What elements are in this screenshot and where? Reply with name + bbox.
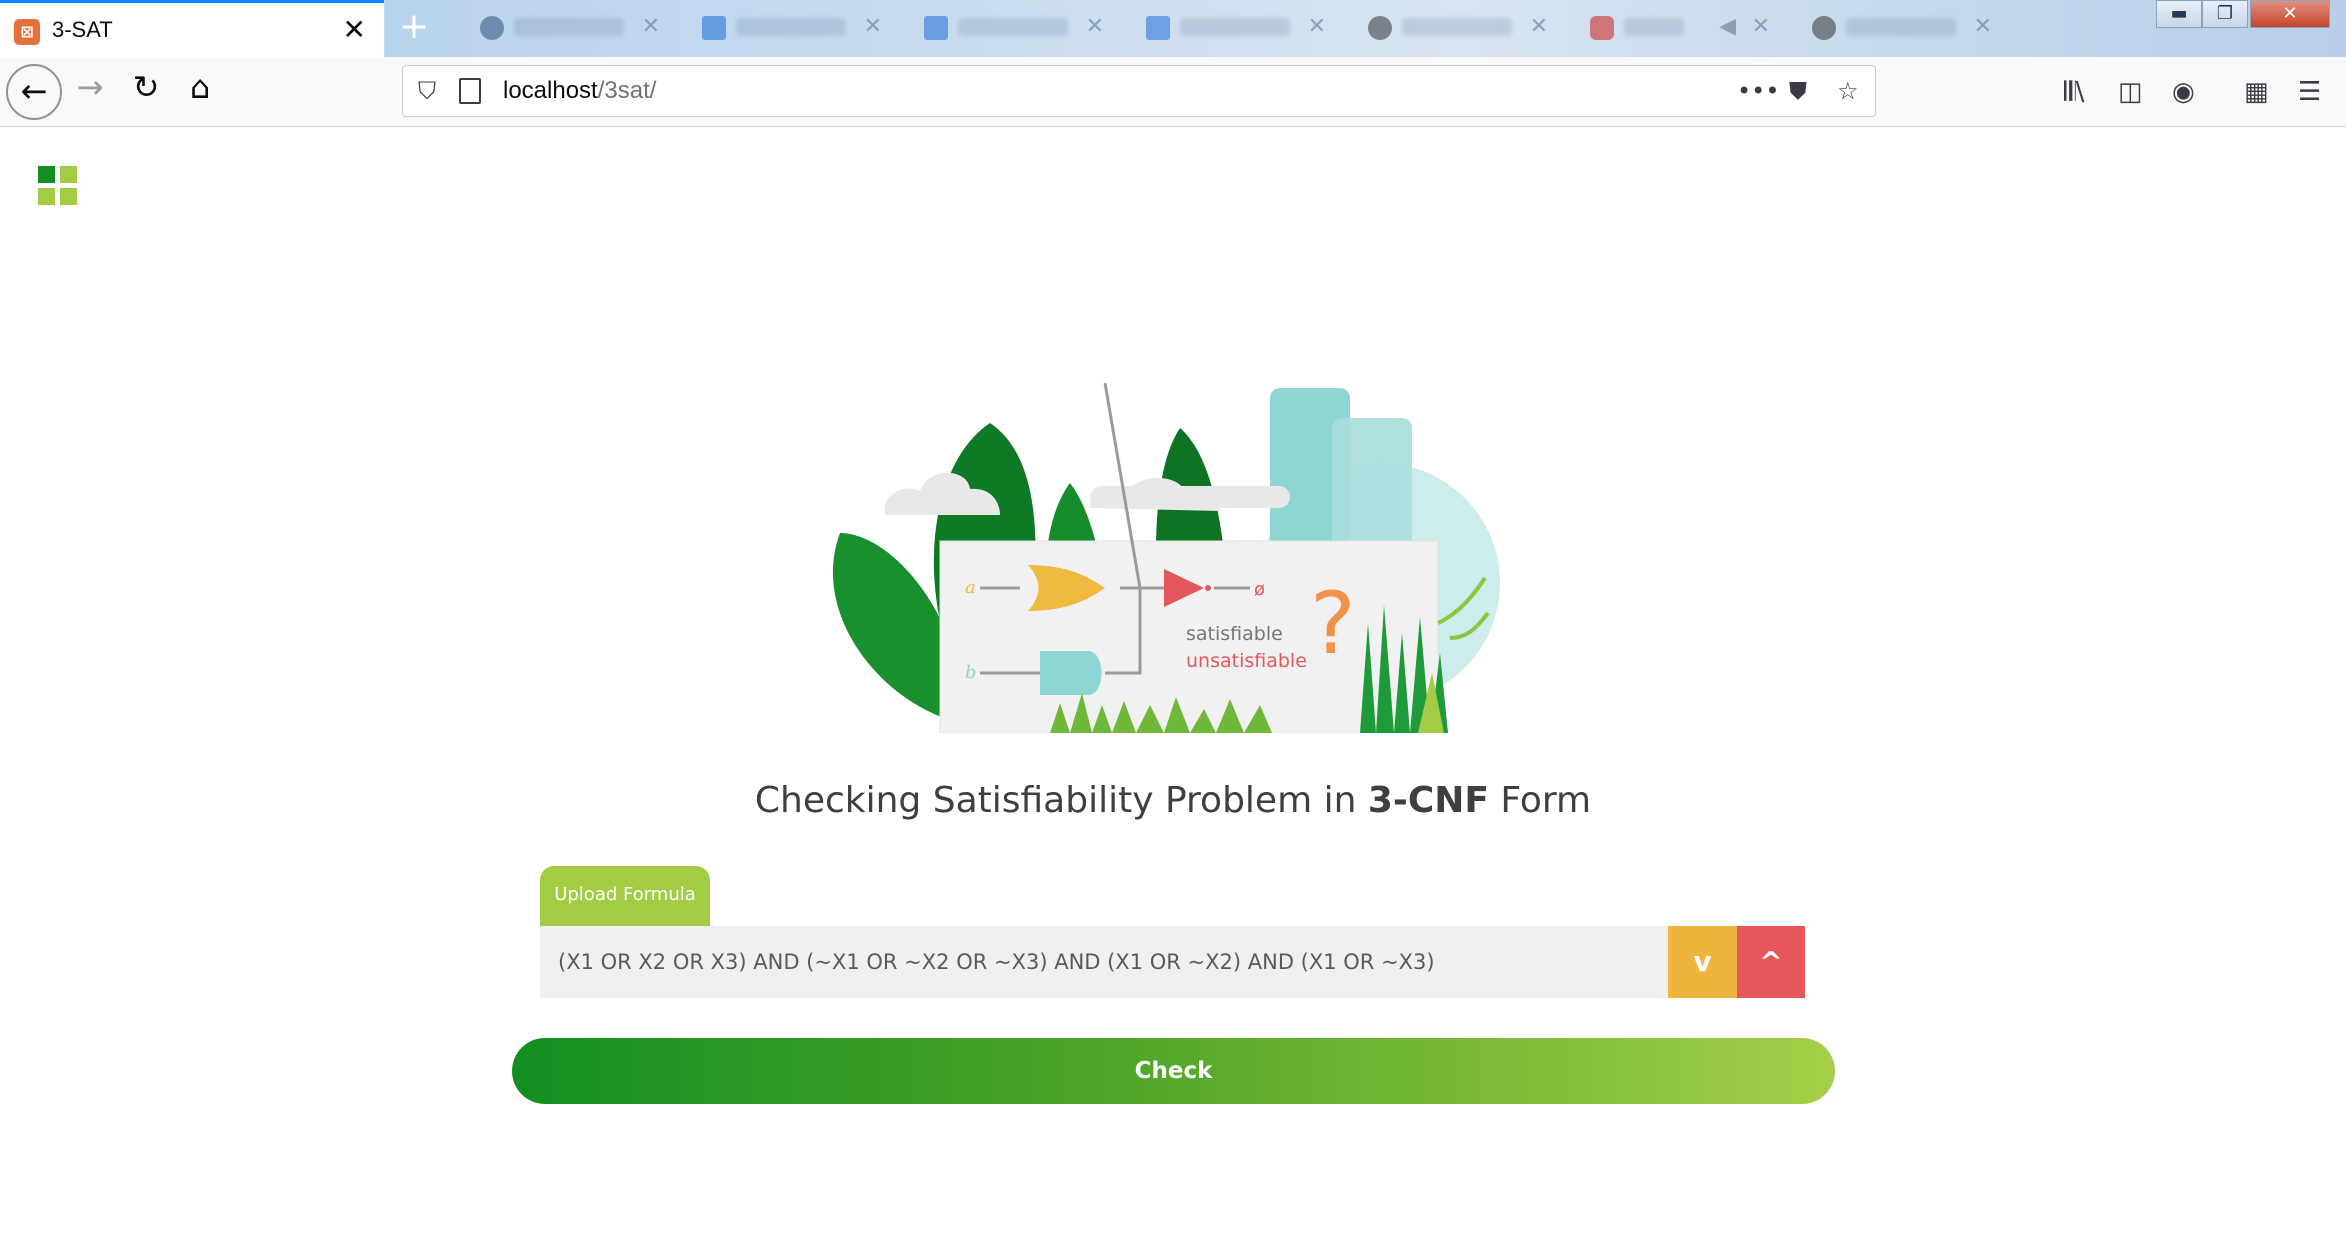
tab-favicon-icon — [480, 16, 504, 40]
unsatisfiable-label: unsatisfiable — [1186, 650, 1307, 672]
navigation-toolbar: ← → ↻ ⌂ ⛉ localhost/3sat/ ••• ⛊ ☆ 𝄃𝄃\ ◫ … — [0, 57, 2346, 127]
tab-blurred-title — [1180, 18, 1290, 36]
close-tab-icon[interactable]: ✕ — [343, 15, 366, 45]
background-tab[interactable]: ✕ — [468, 0, 678, 57]
background-tab[interactable]: ◀ ✕ — [1578, 0, 1788, 57]
speaker-icon[interactable]: ◀ — [1719, 14, 1736, 39]
close-tab-icon[interactable]: ✕ — [1752, 14, 1770, 39]
url-path: /3sat/ — [597, 77, 657, 104]
github-icon — [1368, 16, 1392, 40]
not-gate-bubble — [1205, 585, 1211, 591]
title-bold: 3-CNF — [1367, 780, 1489, 821]
logo-square — [38, 166, 55, 183]
page-info-icon[interactable] — [459, 78, 481, 104]
question-mark-icon: ? — [1310, 574, 1356, 674]
close-tab-icon[interactable]: ✕ — [1086, 14, 1104, 39]
close-tab-icon[interactable]: ✕ — [642, 14, 660, 39]
background-tab[interactable]: ✕ — [1800, 0, 2010, 57]
title-prefix: Checking Satisfiability Problem in — [754, 780, 1368, 821]
input-a-label: a — [965, 577, 976, 598]
url-bar[interactable]: ⛉ localhost/3sat/ ••• ⛊ ☆ — [402, 65, 1876, 117]
tracking-protection-shield-icon[interactable]: ⛉ — [413, 76, 441, 106]
logo-square — [38, 188, 55, 205]
tab-active[interactable]: ⊠ 3-SAT ✕ — [0, 0, 384, 57]
tab-blurred-title — [1624, 18, 1684, 36]
close-tab-icon[interactable]: ✕ — [1308, 14, 1326, 39]
tab-favicon-icon — [702, 16, 726, 40]
move-down-button[interactable]: v — [1668, 926, 1737, 998]
youtube-icon — [1590, 16, 1614, 40]
check-button[interactable]: Check — [512, 1038, 1835, 1104]
minimize-button[interactable]: ▬ — [2156, 0, 2202, 28]
xampp-icon: ⊠ — [14, 19, 40, 45]
background-tab[interactable]: ✕ — [1134, 0, 1344, 57]
library-icon[interactable]: 𝄃𝄃\ — [2064, 75, 2084, 109]
tab-blurred-title — [514, 18, 624, 36]
tab-blurred-title — [1846, 18, 1956, 36]
background-tab[interactable]: ✕ — [690, 0, 900, 57]
sidebar-icon[interactable]: ◫ — [2118, 75, 2143, 109]
formula-input[interactable] — [540, 926, 1668, 998]
github-icon — [1812, 16, 1836, 40]
close-tab-icon[interactable]: ✕ — [864, 14, 882, 39]
formula-row: v ^ — [540, 926, 1805, 998]
page-actions-icon[interactable]: ••• — [1737, 74, 1779, 108]
home-button[interactable]: ⌂ — [176, 68, 224, 116]
tab-blurred-title — [958, 18, 1068, 36]
logo-square — [60, 166, 77, 183]
and-gate-icon — [1040, 651, 1102, 695]
extensions-icon[interactable]: ▦ — [2244, 75, 2269, 109]
close-tab-icon[interactable]: ✕ — [1974, 14, 1992, 39]
move-up-button[interactable]: ^ — [1737, 926, 1805, 998]
close-window-button[interactable]: ✕ — [2250, 0, 2330, 28]
upload-formula-tab[interactable]: Upload Formula — [540, 866, 710, 926]
forward-button[interactable]: → — [66, 68, 114, 116]
site-logo[interactable] — [38, 166, 82, 210]
url-host: localhost — [503, 77, 598, 104]
window-controls: ▬ ❐ ✕ — [2156, 0, 2336, 30]
tab-blurred-title — [1402, 18, 1512, 36]
restore-button[interactable]: ❐ — [2202, 0, 2248, 28]
tab-blurred-title — [736, 18, 846, 36]
url-text[interactable]: localhost/3sat/ — [503, 77, 656, 105]
page-title: Checking Satisfiability Problem in 3-CNF… — [0, 780, 2346, 821]
back-button[interactable]: ← — [6, 64, 62, 120]
new-tab-button[interactable]: + — [396, 9, 432, 46]
reload-button[interactable]: ↻ — [122, 68, 170, 116]
title-suffix: Form — [1488, 780, 1592, 821]
tab-title: 3-SAT — [52, 17, 113, 42]
bookmark-star-icon[interactable]: ☆ — [1837, 74, 1859, 108]
tab-strip: ⊠ 3-SAT ✕ + ✕ ✕ ✕ ✕ ✕ ◀ ✕ ✕ ▬ ❐ ✕ — [0, 0, 2346, 57]
menu-icon[interactable]: ☰ — [2298, 75, 2321, 109]
account-icon[interactable]: ◉ — [2172, 75, 2195, 109]
background-tab[interactable]: ✕ — [1356, 0, 1566, 57]
cloud-bar — [1090, 486, 1290, 508]
tab-favicon-icon — [1146, 16, 1170, 40]
logo-square — [60, 188, 77, 205]
tab-favicon-icon — [924, 16, 948, 40]
input-b-label: b — [965, 662, 977, 683]
output-label: ø — [1254, 579, 1265, 600]
close-tab-icon[interactable]: ✕ — [1530, 14, 1548, 39]
pocket-icon[interactable]: ⛊ — [1789, 74, 1807, 108]
satisfiable-label: satisfiable — [1186, 623, 1283, 645]
hero-illustration: a ø b satisfiable unsatisfiable ? — [832, 383, 1500, 733]
background-tab[interactable]: ✕ — [912, 0, 1122, 57]
